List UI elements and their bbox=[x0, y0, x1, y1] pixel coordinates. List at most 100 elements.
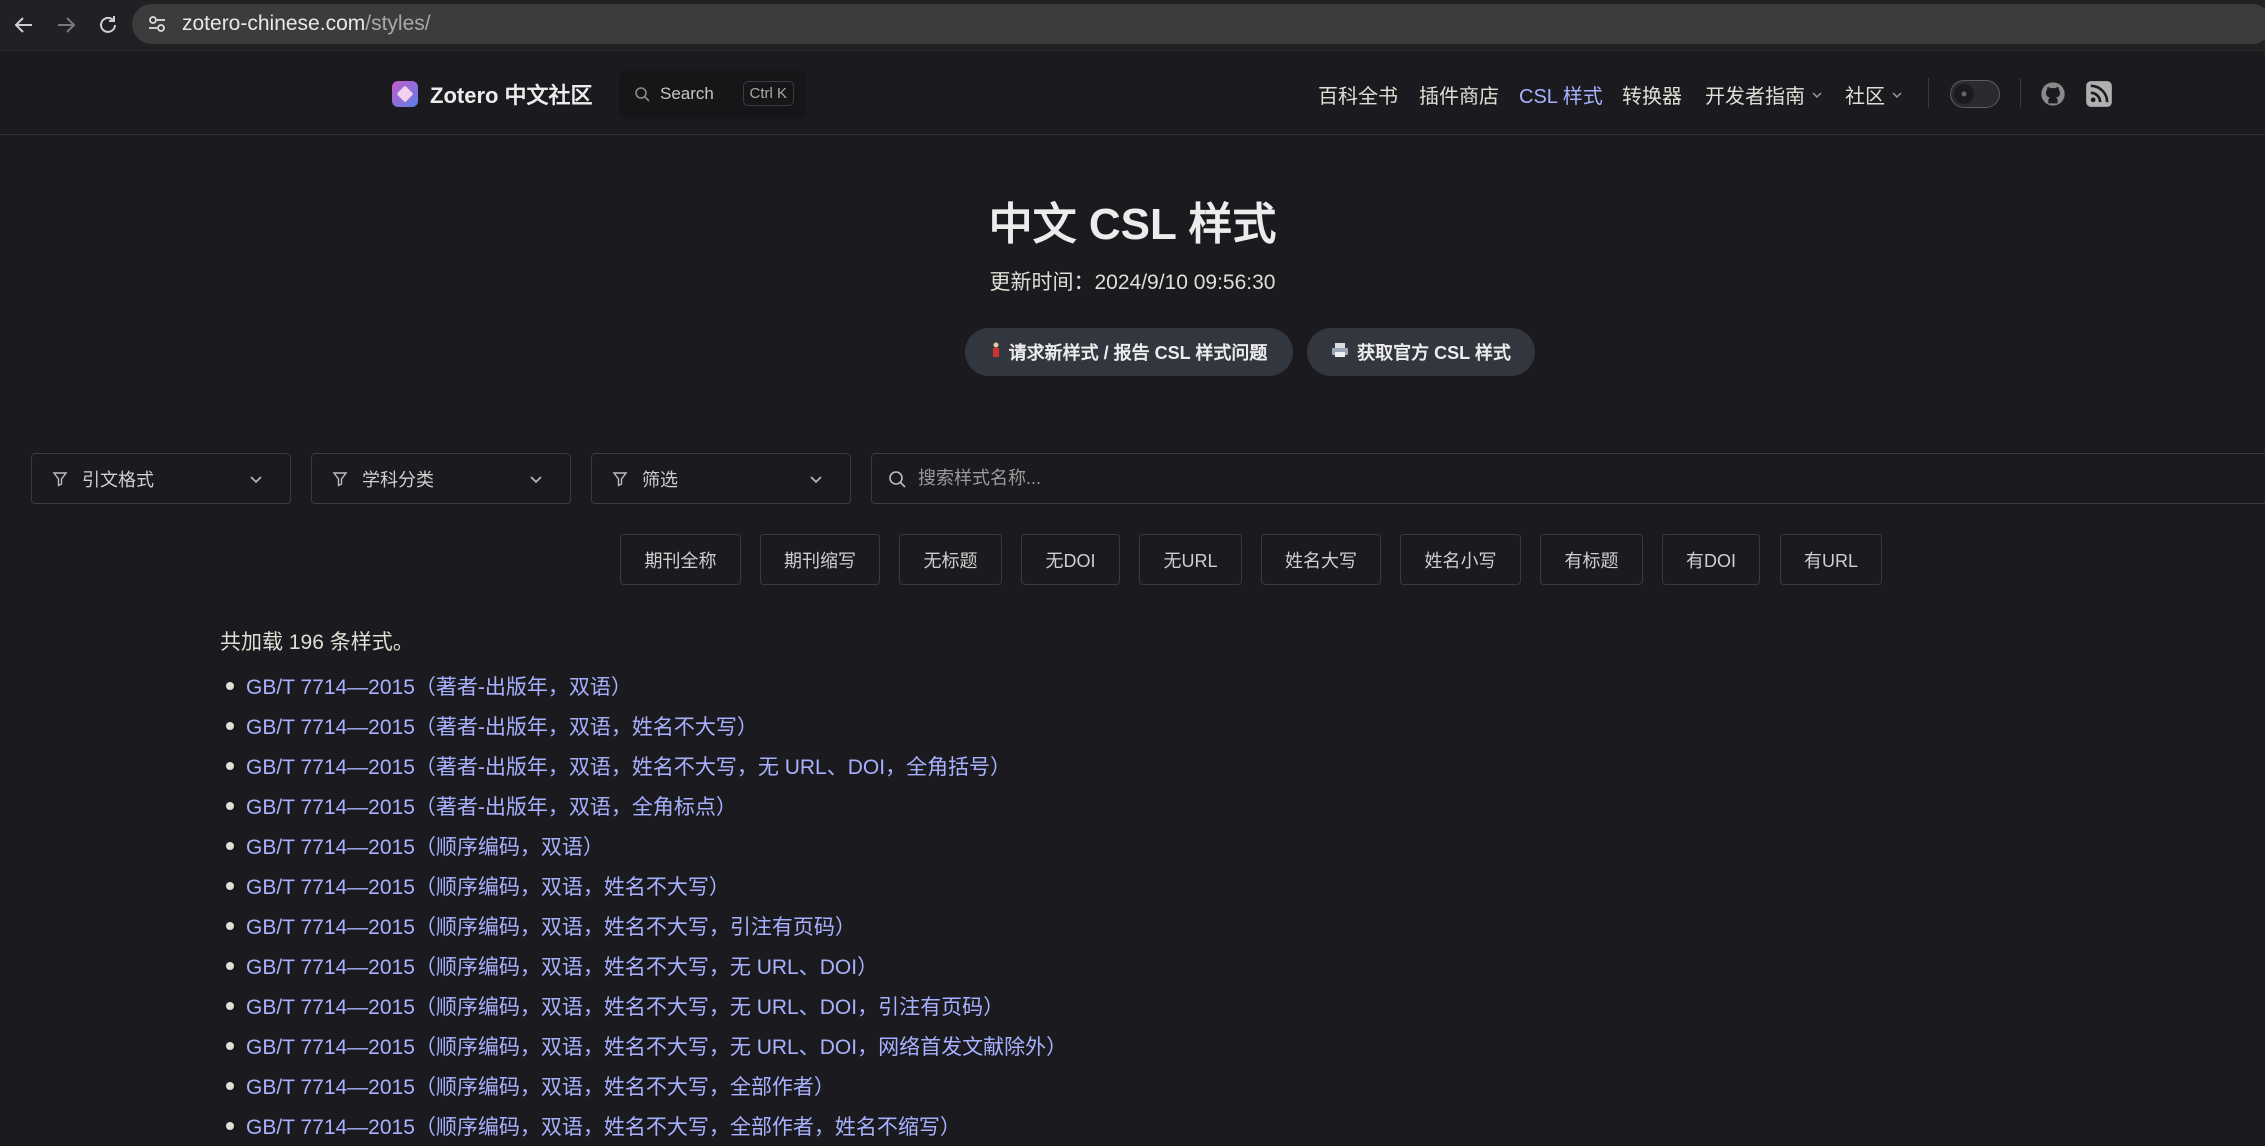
filter-label: 筛选 bbox=[642, 469, 678, 490]
request-style-label: 请求新样式 / 报告 CSL 样式问题 bbox=[1008, 343, 1268, 363]
nav-developer-guide-label: 开发者指南 bbox=[1705, 86, 1805, 108]
tag-name-lowercase[interactable]: 姓名小写 bbox=[1400, 534, 1521, 585]
browser-toolbar: zotero-chinese.com/styles/ bbox=[0, 0, 2265, 51]
person-icon bbox=[991, 342, 1001, 363]
nav-csl-styles[interactable]: CSL 样式 bbox=[1519, 80, 1603, 109]
bullet bbox=[226, 962, 234, 970]
list-item: GB/T 7714—2015（顺序编码，双语，姓名不大写，全部作者，姓名不缩写） bbox=[220, 1106, 1067, 1146]
github-icon[interactable] bbox=[2039, 80, 2067, 108]
tag-has-url[interactable]: 有URL bbox=[1780, 534, 1882, 585]
style-link[interactable]: GB/T 7714—2015（顺序编码，双语，姓名不大写，无 URL、DOI，网… bbox=[246, 1031, 1067, 1061]
list-item: GB/T 7714—2015（顺序编码，双语，姓名不大写） bbox=[220, 866, 1067, 906]
nav-plugin-store[interactable]: 插件商店 bbox=[1419, 80, 1499, 109]
request-style-button[interactable]: 请求新样式 / 报告 CSL 样式问题 bbox=[965, 328, 1293, 376]
printer-icon bbox=[1331, 342, 1349, 363]
bullet bbox=[226, 722, 234, 730]
moon-icon bbox=[1954, 84, 1974, 104]
style-search-field[interactable] bbox=[871, 453, 2265, 504]
site-title: Zotero 中文社区 bbox=[430, 83, 593, 108]
style-count: 共加载 196 条样式。 bbox=[220, 631, 414, 654]
style-link[interactable]: GB/T 7714—2015（顺序编码，双语，姓名不大写） bbox=[246, 871, 730, 901]
forward-arrow-icon[interactable] bbox=[48, 7, 84, 43]
address-bar[interactable]: zotero-chinese.com/styles/ bbox=[132, 4, 2265, 44]
url-text[interactable]: zotero-chinese.com/styles/ bbox=[182, 12, 431, 36]
official-styles-button[interactable]: 获取官方 CSL 样式 bbox=[1307, 328, 1535, 376]
chevron-down-icon bbox=[530, 476, 542, 484]
nav-translators[interactable]: 转换器 bbox=[1622, 80, 1682, 109]
site-logo[interactable]: Zotero 中文社区 bbox=[392, 78, 593, 110]
tag-no-title[interactable]: 无标题 bbox=[899, 534, 1002, 585]
search-label: Search bbox=[660, 84, 714, 103]
back-arrow-icon[interactable] bbox=[6, 7, 42, 43]
search-shortcut: Ctrl K bbox=[742, 81, 794, 106]
site-settings-icon[interactable] bbox=[142, 9, 172, 39]
style-link[interactable]: GB/T 7714—2015（著者-出版年，双语，姓名不大写，无 URL、DOI… bbox=[246, 751, 1011, 781]
search-icon bbox=[889, 470, 906, 488]
tag-journal-abbrev[interactable]: 期刊缩写 bbox=[760, 534, 880, 585]
list-item: GB/T 7714—2015（顺序编码，双语，姓名不大写，无 URL、DOI，网… bbox=[220, 1026, 1067, 1066]
style-list: GB/T 7714—2015（著者-出版年，双语） GB/T 7714—2015… bbox=[220, 666, 1067, 1146]
bullet bbox=[226, 842, 234, 850]
bullet bbox=[226, 1122, 234, 1130]
chevron-down-icon bbox=[1892, 91, 1902, 98]
divider bbox=[2020, 78, 2021, 108]
bullet bbox=[226, 1082, 234, 1090]
chevron-down-icon bbox=[810, 476, 822, 484]
zotero-logo-icon bbox=[392, 81, 418, 107]
citation-format-label: 引文格式 bbox=[82, 469, 154, 490]
style-link[interactable]: GB/T 7714—2015（顺序编码，双语，姓名不大写，引注有页码） bbox=[246, 911, 856, 941]
list-item: GB/T 7714—2015（顺序编码，双语，姓名不大写，引注有页码） bbox=[220, 906, 1067, 946]
style-link[interactable]: GB/T 7714—2015（顺序编码，双语，姓名不大写，全部作者） bbox=[246, 1071, 835, 1101]
tag-no-doi[interactable]: 无DOI bbox=[1021, 534, 1120, 585]
filter-icon bbox=[612, 471, 628, 487]
updated-time: 更新时间：2024/9/10 09:56:30 bbox=[989, 271, 1276, 294]
subject-dropdown[interactable]: 学科分类 bbox=[311, 453, 571, 504]
list-item: GB/T 7714—2015（著者-出版年，双语，全角标点） bbox=[220, 786, 1067, 826]
style-link[interactable]: GB/T 7714—2015（顺序编码，双语，姓名不大写，无 URL、DOI，引… bbox=[246, 991, 1004, 1021]
filter-dropdown[interactable]: 筛选 bbox=[591, 453, 851, 504]
filter-icon bbox=[332, 471, 348, 487]
reload-icon[interactable] bbox=[90, 7, 126, 43]
citation-format-dropdown[interactable]: 引文格式 bbox=[31, 453, 291, 504]
tag-journal-full-name[interactable]: 期刊全称 bbox=[620, 534, 741, 585]
rss-icon[interactable] bbox=[2085, 80, 2113, 108]
tag-has-doi[interactable]: 有DOI bbox=[1662, 534, 1760, 585]
tag-has-title[interactable]: 有标题 bbox=[1540, 534, 1643, 585]
style-link[interactable]: GB/T 7714—2015（著者-出版年，双语） bbox=[246, 671, 632, 701]
page-title: 中文 CSL 样式 bbox=[988, 200, 1277, 249]
bullet bbox=[226, 882, 234, 890]
style-link[interactable]: GB/T 7714—2015（著者-出版年，双语，姓名不大写） bbox=[246, 711, 758, 741]
bullet bbox=[226, 802, 234, 810]
list-item: GB/T 7714—2015（顺序编码，双语） bbox=[220, 826, 1067, 866]
official-styles-label: 获取官方 CSL 样式 bbox=[1357, 343, 1511, 363]
nav-community[interactable]: 社区 bbox=[1845, 80, 1903, 109]
style-link[interactable]: GB/T 7714—2015（著者-出版年，双语，全角标点） bbox=[246, 791, 737, 821]
bullet bbox=[226, 1002, 234, 1010]
list-item: GB/T 7714—2015（顺序编码，双语，姓名不大写，无 URL、DOI） bbox=[220, 946, 1067, 986]
nav-encyclopedia[interactable]: 百科全书 bbox=[1318, 80, 1398, 109]
nav-community-label: 社区 bbox=[1845, 86, 1885, 108]
bullet bbox=[226, 1042, 234, 1050]
style-link[interactable]: GB/T 7714—2015（顺序编码，双语） bbox=[246, 831, 604, 861]
chevron-down-icon bbox=[1812, 91, 1822, 98]
divider bbox=[1928, 78, 1929, 108]
style-link[interactable]: GB/T 7714—2015（顺序编码，双语，姓名不大写，无 URL、DOI） bbox=[246, 951, 878, 981]
theme-toggle[interactable] bbox=[1950, 80, 2000, 108]
filter-icon bbox=[52, 471, 68, 487]
subject-label: 学科分类 bbox=[362, 469, 434, 490]
style-search-input[interactable] bbox=[916, 467, 2120, 490]
list-item: GB/T 7714—2015（著者-出版年，双语，姓名不大写，无 URL、DOI… bbox=[220, 746, 1067, 786]
list-item: GB/T 7714—2015（顺序编码，双语，姓名不大写，无 URL、DOI，引… bbox=[220, 986, 1067, 1026]
search-icon bbox=[635, 87, 650, 102]
search-button[interactable]: Search Ctrl K bbox=[619, 69, 806, 119]
list-item: GB/T 7714—2015（著者-出版年，双语） bbox=[220, 666, 1067, 706]
site-header: Zotero 中文社区 Search Ctrl K 百科全书 插件商店 CSL … bbox=[0, 52, 2265, 135]
bullet bbox=[226, 922, 234, 930]
tag-name-uppercase[interactable]: 姓名大写 bbox=[1261, 534, 1381, 585]
bullet bbox=[226, 762, 234, 770]
chevron-down-icon bbox=[250, 476, 262, 484]
list-item: GB/T 7714—2015（著者-出版年，双语，姓名不大写） bbox=[220, 706, 1067, 746]
bullet bbox=[226, 682, 234, 690]
tag-no-url[interactable]: 无URL bbox=[1139, 534, 1242, 585]
nav-developer-guide[interactable]: 开发者指南 bbox=[1705, 80, 1823, 109]
